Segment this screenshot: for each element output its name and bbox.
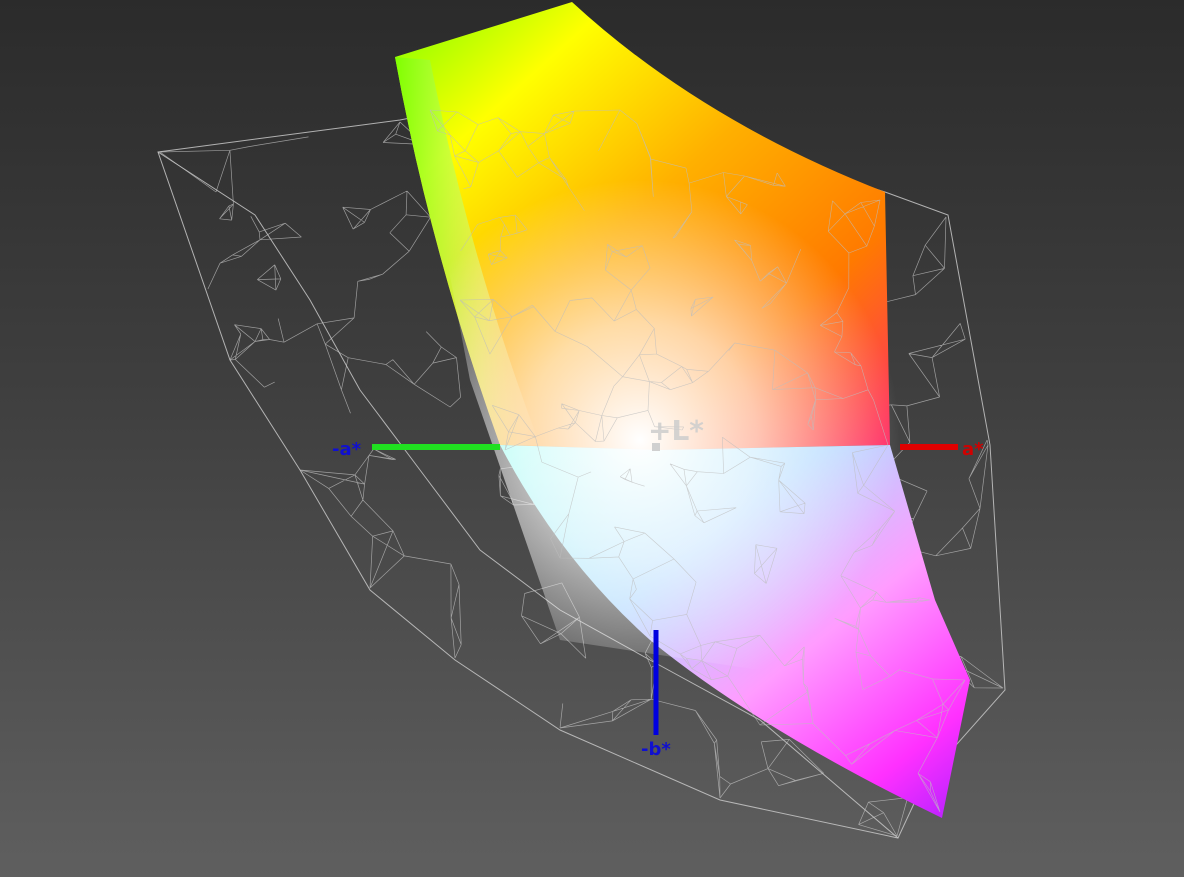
axis-label-b-minus: -b* (641, 739, 671, 760)
axis-label-a-minus: -a* (332, 439, 362, 460)
gamut-white-point-glow (420, 120, 960, 700)
measured-gamut-solid (395, 2, 970, 818)
axis-label-l-plus: +L* (648, 414, 704, 447)
gamut-3d-view: +L* -a* a* -b* (157, 2, 1006, 839)
axis-label-a-plus: a* (962, 439, 984, 460)
